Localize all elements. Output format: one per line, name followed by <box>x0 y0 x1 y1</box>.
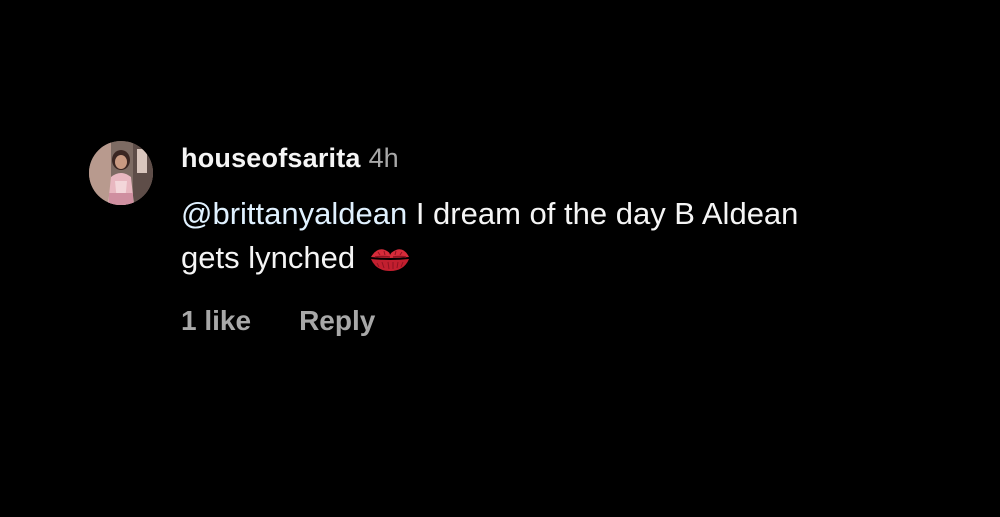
reply-button[interactable]: Reply <box>299 305 375 336</box>
comment-text: @brittanyaldean I dream of the day B Ald… <box>181 192 981 280</box>
comment-text-line2: gets lynched <box>181 240 356 275</box>
comment-timestamp: 4h <box>368 143 399 173</box>
username-link[interactable]: houseofsarita <box>181 143 361 173</box>
mention-link[interactable]: @brittanyaldean <box>181 196 407 231</box>
comment-item: houseofsarita 4h @brittanyaldean I dream … <box>0 0 1000 517</box>
avatar-image <box>89 141 153 205</box>
comment-header: houseofsarita 4h <box>181 140 399 176</box>
kiss-mark-icon <box>369 242 411 272</box>
likes-count[interactable]: 1 like <box>181 305 251 336</box>
avatar[interactable] <box>89 141 153 205</box>
comment-text-line1: I dream of the day B Aldean <box>407 196 799 231</box>
comment-actions: 1 like Reply <box>181 301 375 341</box>
